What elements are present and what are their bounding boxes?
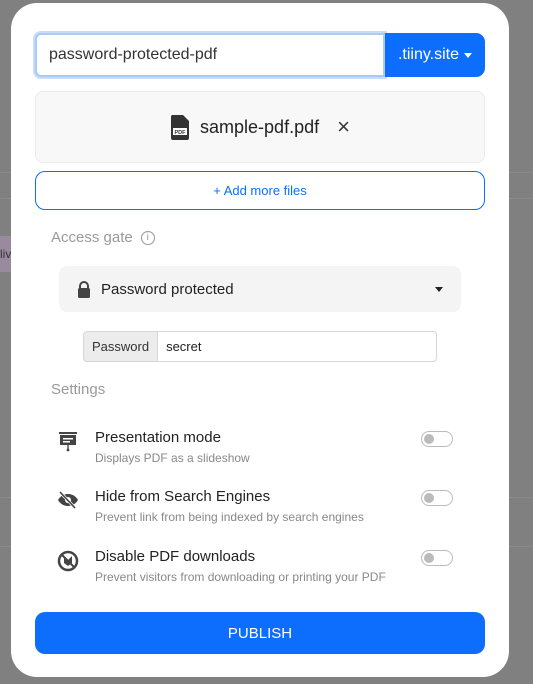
- setting-disable-downloads: Disable PDF downloads Prevent visitors f…: [57, 548, 457, 592]
- subdomain-input[interactable]: [35, 33, 385, 77]
- access-gate-label: Access gate: [51, 229, 133, 246]
- access-gate-select[interactable]: Password protected: [59, 266, 461, 312]
- presentation-icon: [59, 432, 77, 452]
- setting-title: Presentation mode: [95, 429, 221, 446]
- lock-icon: [78, 280, 90, 298]
- eye-slash-icon: [58, 490, 78, 510]
- uploaded-file: PDF sample-pdf.pdf ×: [35, 91, 485, 163]
- password-input[interactable]: [158, 331, 437, 362]
- background-tag: liv: [0, 236, 11, 272]
- setting-hide-search: Hide from Search Engines Prevent link fr…: [57, 488, 457, 532]
- info-icon[interactable]: i: [140, 230, 155, 245]
- pdf-file-icon: PDF: [171, 114, 190, 140]
- domain-dropdown[interactable]: .tiiny.site: [385, 33, 485, 77]
- caret-down-icon: [435, 286, 443, 292]
- setting-title: Hide from Search Engines: [95, 488, 271, 505]
- setting-description: Prevent visitors from downloading or pri…: [95, 570, 386, 584]
- disable-downloads-toggle[interactable]: [421, 550, 453, 566]
- domain-label: .tiiny.site: [397, 46, 460, 63]
- url-group: .tiiny.site: [35, 33, 485, 77]
- setting-presentation-mode: Presentation mode Displays PDF as a slid…: [57, 429, 457, 473]
- no-download-icon: [57, 550, 79, 572]
- setting-title: Disable PDF downloads: [95, 548, 256, 565]
- access-gate-heading: Access gate i: [51, 229, 155, 246]
- settings-heading: Settings: [51, 381, 106, 398]
- setting-description: Displays PDF as a slideshow: [95, 451, 250, 465]
- remove-file-button[interactable]: ×: [337, 114, 350, 140]
- publish-modal: .tiiny.site PDF sample-pdf.pdf × + Add m…: [11, 3, 509, 677]
- access-gate-value: Password protected: [101, 280, 234, 298]
- publish-button[interactable]: PUBLISH: [35, 612, 485, 654]
- setting-description: Prevent link from being indexed by searc…: [95, 510, 364, 524]
- file-name: sample-pdf.pdf: [200, 116, 320, 137]
- password-label: Password: [83, 331, 159, 362]
- presentation-mode-toggle[interactable]: [421, 431, 453, 447]
- caret-down-icon: [464, 52, 473, 58]
- add-more-files-button[interactable]: + Add more files: [35, 171, 485, 210]
- svg-text:PDF: PDF: [175, 130, 187, 136]
- password-group: Password: [83, 331, 437, 362]
- hide-search-toggle[interactable]: [421, 490, 453, 506]
